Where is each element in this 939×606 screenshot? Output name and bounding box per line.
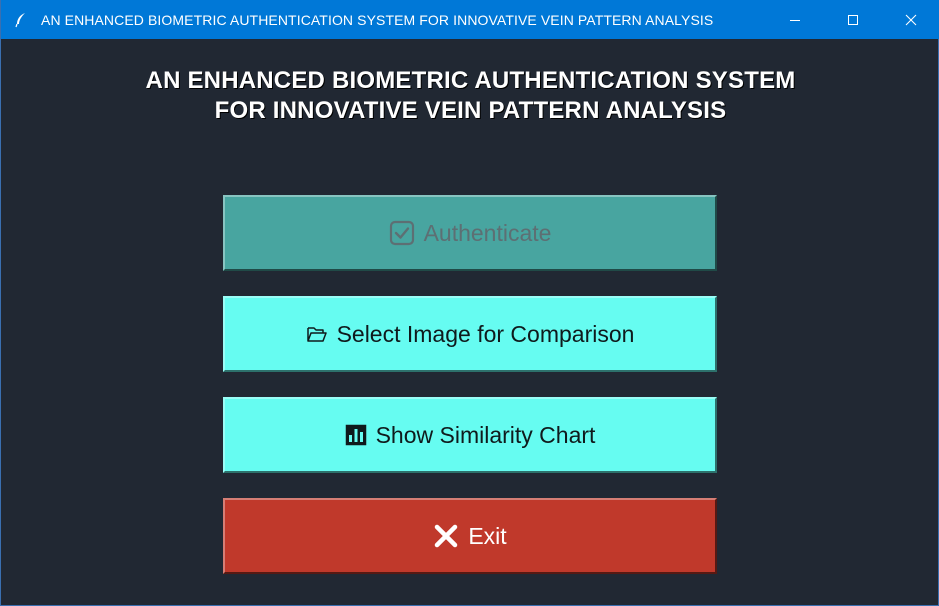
select-image-label: Select Image for Comparison: [336, 320, 635, 347]
page-title-line-2: FOR INNOVATIVE VEIN PATTERN ANALYSIS: [214, 97, 727, 124]
maximize-button[interactable]: [824, 0, 882, 39]
exit-label: Exit: [468, 522, 507, 549]
close-icon: [905, 14, 917, 25]
app-window: AN ENHANCED BIOMETRIC AUTHENTICATION SYS…: [0, 0, 939, 606]
bar-chart-icon: [345, 424, 367, 446]
title-bar[interactable]: AN ENHANCED BIOMETRIC AUTHENTICATION SYS…: [1, 0, 939, 39]
exit-button[interactable]: Exit: [223, 498, 717, 574]
page-title-line-1: AN ENHANCED BIOMETRIC AUTHENTICATION SYS…: [145, 67, 796, 94]
authenticate-label: Authenticate: [423, 219, 552, 246]
feather-icon: [13, 12, 29, 28]
maximize-icon: [848, 14, 858, 25]
open-folder-icon: [306, 324, 328, 344]
window-title: AN ENHANCED BIOMETRIC AUTHENTICATION SYS…: [41, 11, 714, 28]
authenticate-button[interactable]: Authenticate: [223, 195, 717, 271]
show-similarity-chart-button[interactable]: Show Similarity Chart: [223, 397, 717, 473]
checkbox-check-icon: [389, 220, 415, 246]
minimize-icon: [790, 19, 800, 21]
page-title: AN ENHANCED BIOMETRIC AUTHENTICATION SYS…: [1, 66, 939, 126]
cross-mark-icon: [433, 523, 459, 549]
select-image-button[interactable]: Select Image for Comparison: [223, 296, 717, 372]
show-similarity-chart-label: Show Similarity Chart: [375, 421, 596, 448]
close-button[interactable]: [882, 0, 939, 39]
minimize-button[interactable]: [766, 0, 824, 39]
